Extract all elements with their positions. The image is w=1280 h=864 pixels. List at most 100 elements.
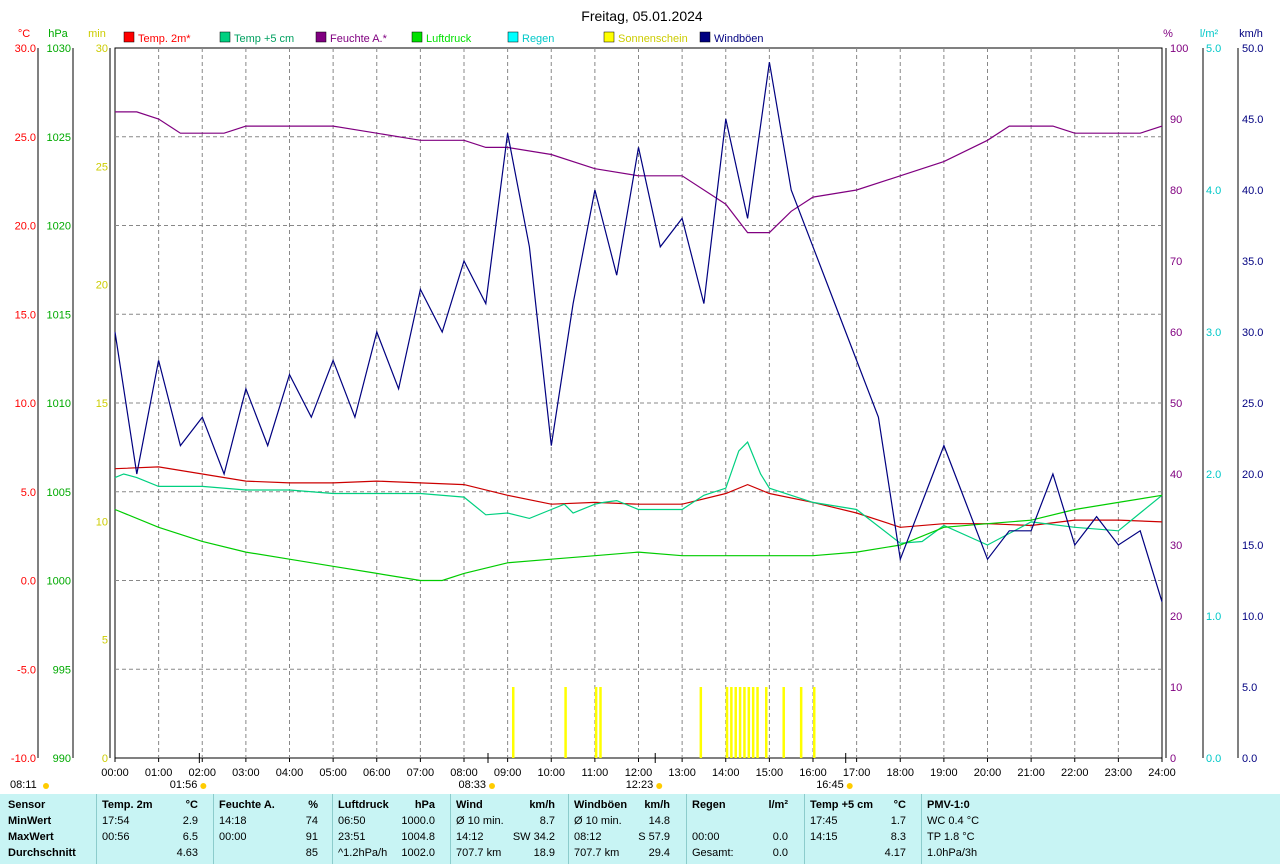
stats-header-unit: % bbox=[308, 799, 318, 811]
stats-cell-value: SW 34.2 bbox=[512, 831, 555, 843]
sunshine-tick-label: 10 bbox=[96, 516, 108, 528]
stats-column-divider bbox=[213, 794, 214, 864]
x-tick-label: 08:00 bbox=[450, 767, 478, 779]
stats-cell-time: 14:18 bbox=[219, 815, 247, 827]
stats-header-unit: °C bbox=[893, 799, 906, 811]
stats-column-divider bbox=[686, 794, 687, 864]
rain-tick-label: 5.0 bbox=[1206, 43, 1221, 55]
weather-chart: Freitag, 05.01.2024 00:00 01:00 02:00 03:00… bbox=[10, 8, 1263, 791]
sunshine-tick-label: 5 bbox=[102, 635, 108, 647]
humidity-tick-label: 20 bbox=[1170, 611, 1182, 623]
sunshine-bar bbox=[747, 687, 751, 758]
stats-row-label: MinWert bbox=[8, 815, 52, 827]
sunshine-bar bbox=[564, 687, 567, 758]
stats-header-unit: l/m² bbox=[768, 799, 788, 811]
temp-tick-label: 25.0 bbox=[15, 132, 36, 144]
legend-swatch bbox=[411, 31, 423, 43]
stats-cell-value: 14.8 bbox=[648, 815, 670, 827]
sunshine-axis-unit: min bbox=[88, 28, 106, 40]
stats-cell-time: 00:56 bbox=[102, 831, 130, 843]
sunshine-bar bbox=[756, 687, 759, 758]
humidity-tick-label: 40 bbox=[1170, 469, 1182, 481]
humidity-tick-label: 0 bbox=[1170, 753, 1176, 765]
sunshine-tick-label: 0 bbox=[102, 753, 108, 765]
legend-swatch bbox=[315, 31, 327, 43]
stats-cell-time: 17:45 bbox=[810, 815, 838, 827]
temp-tick-label: 15.0 bbox=[15, 309, 36, 321]
temp-tick-label: 20.0 bbox=[15, 221, 36, 233]
x-tick-label: 13:00 bbox=[668, 767, 696, 779]
chart-title: Freitag, 05.01.2024 bbox=[581, 8, 703, 24]
stats-header: Temp. 2m bbox=[102, 799, 153, 811]
rain-tick-label: 0.0 bbox=[1206, 753, 1221, 765]
legend-label: Regen bbox=[522, 33, 554, 45]
solar-noon-icon bbox=[656, 783, 663, 789]
legend-label: Feuchte A.* bbox=[330, 33, 388, 45]
x-tick-label: 10:00 bbox=[537, 767, 565, 779]
pressure-tick-label: 995 bbox=[53, 664, 71, 676]
legend-swatch bbox=[123, 31, 135, 43]
stats-row-label: MaxWert bbox=[8, 831, 54, 843]
humidity-tick-label: 30 bbox=[1170, 540, 1182, 552]
stats-cell-time: 08:12 bbox=[574, 831, 602, 843]
stats-header-unit: °C bbox=[185, 799, 198, 811]
sunshine-bar bbox=[743, 687, 746, 758]
stats-header-unit: km/h bbox=[529, 799, 555, 811]
humidity-axis-unit: % bbox=[1163, 28, 1173, 40]
stats-cell-value: 91 bbox=[305, 831, 318, 843]
humidity-tick-label: 80 bbox=[1170, 185, 1182, 197]
stats-cell-pmv: WC 0.4 °C bbox=[927, 815, 980, 827]
temp-tick-label: 30.0 bbox=[15, 43, 36, 55]
pressure-tick-label: 1005 bbox=[47, 487, 71, 499]
stats-cell-time: 00:00 bbox=[219, 831, 247, 843]
stats-cell-value: 2.9 bbox=[182, 815, 198, 827]
sunshine-bar bbox=[765, 687, 768, 758]
x-tick-label: 20:00 bbox=[974, 767, 1002, 779]
sunshine-bar bbox=[699, 687, 703, 758]
sunrise-icon bbox=[488, 783, 495, 789]
wind-tick-label: 50.0 bbox=[1242, 43, 1263, 55]
x-tick-label: 03:00 bbox=[232, 767, 260, 779]
stats-cell-value: 0.0 bbox=[772, 847, 788, 859]
sunshine-tick-label: 30 bbox=[96, 43, 108, 55]
stats-header: PMV-1:0 bbox=[927, 799, 970, 811]
stats-column-divider bbox=[804, 794, 805, 864]
x-tick-label: 21:00 bbox=[1017, 767, 1045, 779]
stats-cell-value: 1000.0 bbox=[401, 815, 435, 827]
x-tick-label: 18:00 bbox=[886, 767, 914, 779]
legend-label: Temp. 2m* bbox=[138, 33, 191, 45]
wind-tick-label: 10.0 bbox=[1242, 611, 1263, 623]
stats-header-unit: hPa bbox=[414, 799, 435, 811]
solar-noon-time: 12:23 bbox=[626, 779, 654, 791]
sunshine-bar bbox=[799, 687, 803, 758]
sunset-time: 16:45 bbox=[816, 779, 844, 791]
temp-tick-label: 10.0 bbox=[15, 398, 36, 410]
stats-cell-value: S 57.9 bbox=[638, 831, 670, 843]
x-tick-label: 17:00 bbox=[843, 767, 871, 779]
stats-header: Temp +5 cm bbox=[810, 799, 874, 811]
stats-cell-value: 85 bbox=[305, 847, 318, 859]
wind-tick-label: 0.0 bbox=[1242, 753, 1257, 765]
x-tick-label: 23:00 bbox=[1105, 767, 1133, 779]
stats-cell-value: 4.63 bbox=[176, 847, 198, 859]
x-tick-label: 16:00 bbox=[799, 767, 827, 779]
sunshine-bar bbox=[599, 687, 602, 758]
x-tick-label: 05:00 bbox=[319, 767, 347, 779]
humidity-tick-label: 70 bbox=[1170, 256, 1182, 268]
legend-label: Luftdruck bbox=[426, 33, 472, 45]
grid-lines bbox=[114, 47, 1163, 759]
pressure-tick-label: 1010 bbox=[47, 398, 71, 410]
wind-tick-label: 45.0 bbox=[1242, 114, 1263, 126]
wind-tick-label: 15.0 bbox=[1242, 540, 1263, 552]
humidity-tick-label: 10 bbox=[1170, 682, 1182, 694]
legend: Temp. 2m* Temp +5 cm Feuchte A.* Luftdruck R… bbox=[123, 31, 764, 45]
moonset-time: 08:11 bbox=[10, 779, 37, 791]
stats-header: Sensor bbox=[8, 799, 46, 811]
stats-cell-value: 74 bbox=[305, 815, 318, 827]
wind-axis-unit: km/h bbox=[1239, 28, 1263, 40]
sunshine-bar bbox=[725, 687, 729, 758]
temp-tick-label: -5.0 bbox=[17, 664, 36, 676]
stats-cell-value: 29.4 bbox=[648, 847, 670, 859]
sunshine-bar bbox=[782, 687, 785, 758]
stats-cell-value: 1004.8 bbox=[401, 831, 435, 843]
